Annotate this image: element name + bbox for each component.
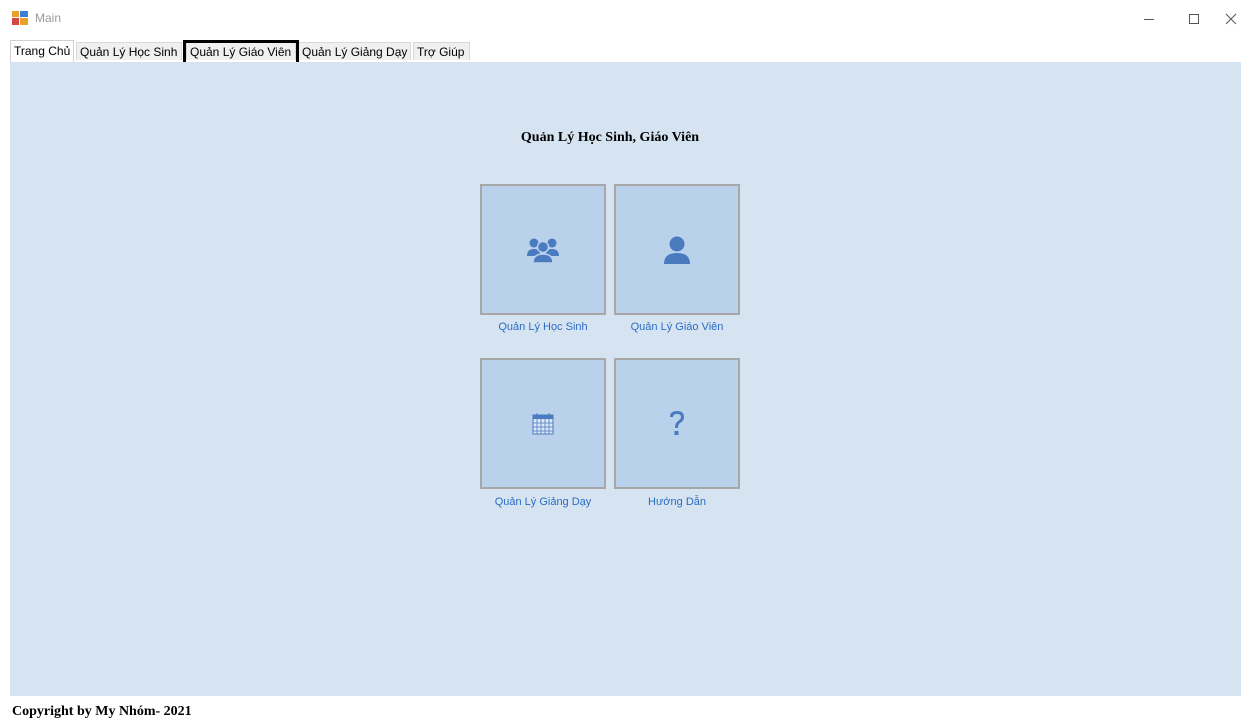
tile-label-huong-dan[interactable]: Hướng Dẫn: [597, 496, 757, 508]
tile-quan-ly-giang-day[interactable]: [480, 358, 606, 489]
tab-strip: Trang Chủ Quản Lý Học Sinh Quản Lý Giáo …: [10, 40, 1241, 63]
maximize-icon: [1189, 14, 1199, 24]
tab-quan-ly-giang-day[interactable]: Quản Lý Giảng Dạy: [298, 42, 411, 60]
user-icon: [664, 236, 690, 264]
tab-trang-chu[interactable]: Trang Chủ: [10, 40, 74, 62]
home-panel: Quản Lý Học Sinh, Giáo Viên Quản Lý Học …: [10, 62, 1241, 696]
tab-tro-giup[interactable]: Trợ Giúp: [413, 42, 470, 60]
close-button[interactable]: [1217, 8, 1241, 30]
minimize-button[interactable]: [1135, 8, 1163, 30]
copyright-text: Copyright by My Nhóm- 2021: [12, 704, 192, 719]
window-title: Main: [35, 11, 62, 25]
question-mark-icon: [670, 410, 684, 435]
users-group-icon: [527, 238, 559, 264]
close-icon: [1225, 13, 1237, 25]
tab-quan-ly-hoc-sinh[interactable]: Quản Lý Học Sinh: [76, 42, 182, 60]
maximize-button[interactable]: [1180, 8, 1208, 30]
tile-huong-dan[interactable]: [614, 358, 740, 489]
calendar-icon: [532, 413, 554, 434]
tile-quan-ly-giao-vien[interactable]: [614, 184, 740, 315]
app-window-icon: [12, 11, 28, 25]
tile-label-quan-ly-giao-vien[interactable]: Quản Lý Giáo Viên: [597, 321, 757, 333]
title-bar: Main: [0, 0, 1241, 38]
tile-quan-ly-hoc-sinh[interactable]: [480, 184, 606, 315]
minimize-icon: [1144, 19, 1154, 20]
tab-quan-ly-giao-vien[interactable]: Quản Lý Giáo Viên: [186, 42, 296, 60]
page-title: Quản Lý Học Sinh, Giáo Viên: [520, 130, 700, 145]
